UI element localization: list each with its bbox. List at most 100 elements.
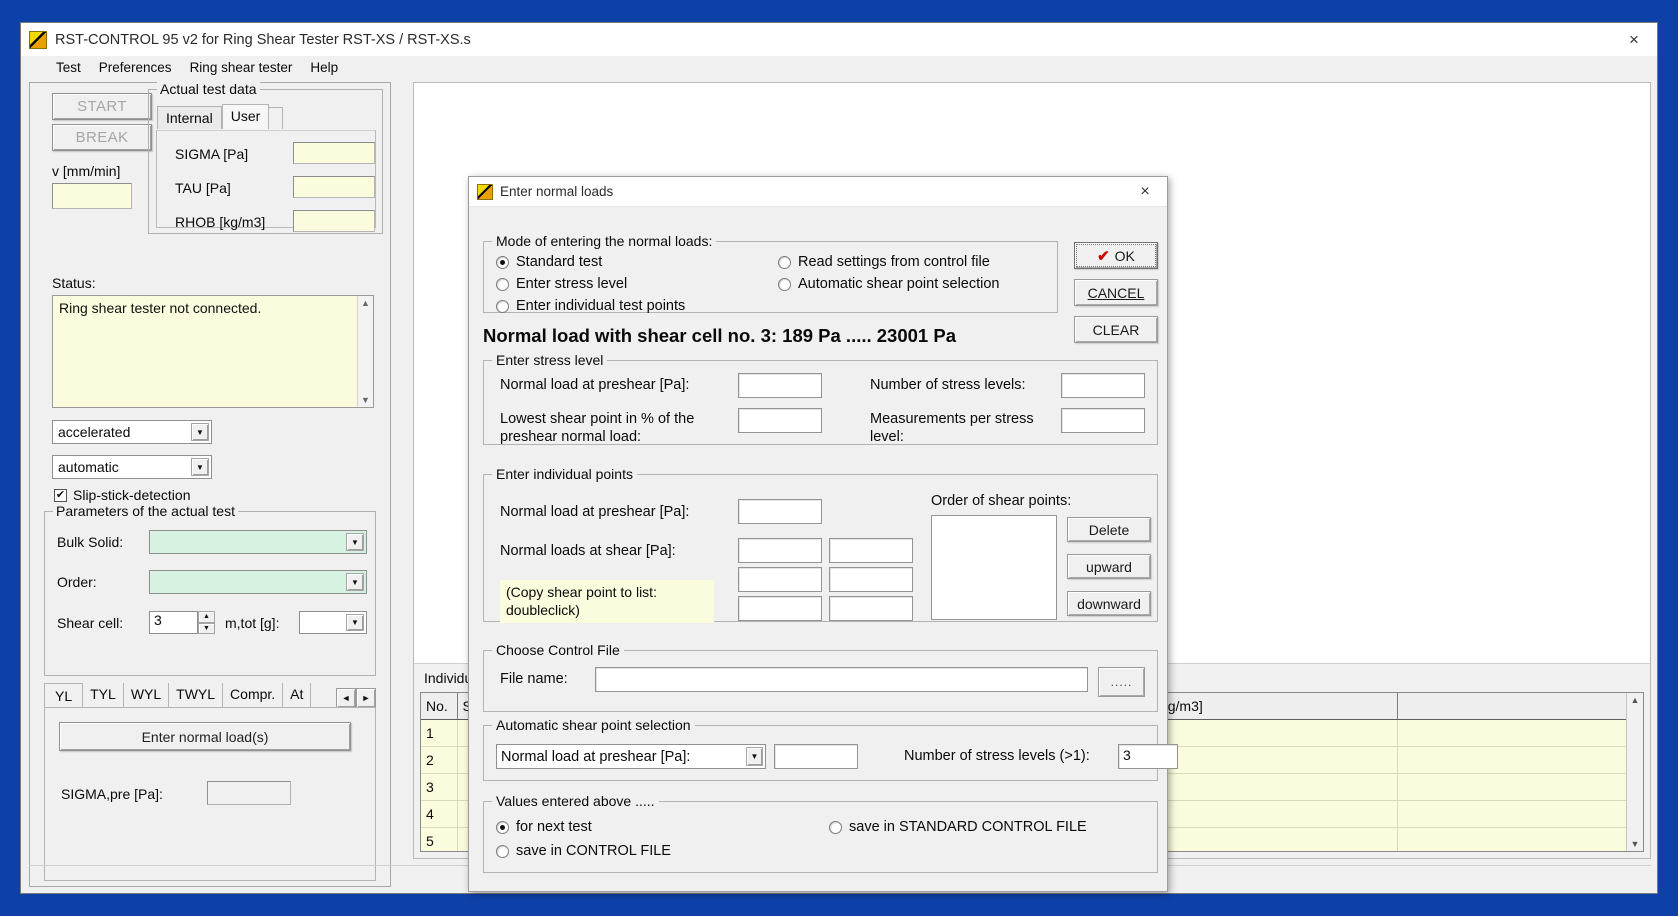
velocity-field[interactable] [52,183,132,209]
file-name-input[interactable] [595,667,1088,692]
rhob-value-field[interactable] [293,210,375,232]
delete-button[interactable]: Delete [1067,517,1151,542]
radio-label: for next test [516,819,592,835]
radio-standard-test[interactable]: Standard test [496,254,602,270]
sigma-pre-label: SIGMA,pre [Pa]: [61,786,163,802]
shear-load-input-5[interactable] [738,596,822,621]
stepper-buttons[interactable]: ▲ ▼ [198,611,215,634]
scroll-down-icon[interactable]: ▼ [1631,837,1640,851]
scroll-up-icon[interactable]: ▲ [361,296,370,310]
radio-for-next-test[interactable]: for next test [496,819,592,835]
radio-save-in-control-file[interactable]: save in CONTROL FILE [496,843,671,859]
chevron-down-icon[interactable]: ▼ [191,423,209,441]
tabstrip-nav[interactable]: ◄ ► [336,688,376,708]
radio-indicator [778,278,791,291]
mtot-combo[interactable]: ▼ [299,611,367,634]
chevron-right-icon[interactable]: ► [356,688,376,708]
bulk-solid-combo[interactable]: ▼ [149,530,367,554]
tab-twyl[interactable]: TWYL [169,683,224,708]
stepper-down-icon[interactable]: ▼ [198,622,215,634]
measurements-per-level-input[interactable] [1061,408,1145,433]
downward-button[interactable]: downward [1067,591,1151,616]
status-textbox[interactable]: Ring shear tester not connected. ▲ ▼ [52,295,374,408]
clear-button[interactable]: CLEAR [1074,316,1158,343]
order-of-shear-points-listbox[interactable] [931,515,1057,620]
auto-stress-levels-input[interactable]: 3 [1118,744,1178,769]
radio-automatic-shear-point-selection[interactable]: Automatic shear point selection [778,276,1000,292]
sigma-pre-field[interactable] [207,781,291,805]
tab-user[interactable]: User [221,104,270,129]
cell-no: 2 [421,746,458,774]
dialog-close-button[interactable]: × [1123,177,1167,207]
tab-tyl[interactable]: TYL [83,683,124,708]
radio-enter-stress-level[interactable]: Enter stress level [496,276,627,292]
cell-extra[interactable] [1397,719,1643,747]
grid-scrollbar[interactable]: ▲ ▼ [1626,693,1643,851]
browse-file-button[interactable]: ..... [1098,667,1145,697]
cell-extra[interactable] [1397,827,1643,851]
stepper-up-icon[interactable]: ▲ [198,611,215,623]
auto-selection-combo[interactable]: Normal load at preshear [Pa]: ▼ [496,744,766,769]
tau-label: TAU [Pa] [175,180,231,196]
ok-button[interactable]: ✔ OK [1074,242,1158,269]
tau-value-field[interactable] [293,176,375,198]
menubar: Test Preferences Ring shear tester Help [21,56,1657,80]
shear-cell-value[interactable]: 3 [149,611,198,634]
chevron-left-icon[interactable]: ◄ [336,688,356,708]
radio-read-settings-from-control-file[interactable]: Read settings from control file [778,254,990,270]
menu-item-ring-shear-tester[interactable]: Ring shear tester [181,58,302,77]
start-button[interactable]: START [52,93,152,120]
automation-mode-value: automatic [58,459,119,475]
normal-loads-at-shear-label: Normal loads at shear [Pa]: [500,543,676,559]
ip-normal-load-preshear-input[interactable] [738,499,822,524]
shear-load-input-1[interactable] [738,538,822,563]
cell-extra[interactable] [1397,746,1643,774]
automation-mode-combo[interactable]: automatic ▼ [52,455,212,479]
cell-extra[interactable] [1397,800,1643,828]
lowest-shear-point-input[interactable] [738,408,822,433]
menu-item-preferences[interactable]: Preferences [90,58,181,77]
break-button[interactable]: BREAK [52,124,152,151]
dialog-title: Enter normal loads [500,184,614,199]
speed-mode-combo[interactable]: accelerated ▼ [52,420,212,444]
auto-selection-value-input[interactable] [774,744,858,769]
enter-normal-loads-button[interactable]: Enter normal load(s) [59,722,351,751]
values-entered-group: Values entered above ..... for next test… [483,793,1158,873]
scroll-down-icon[interactable]: ▼ [361,393,370,407]
mtot-label: m,tot [g]: [225,615,280,631]
shear-load-input-6[interactable] [829,596,913,621]
shear-load-input-2[interactable] [829,538,913,563]
tab-compr[interactable]: Compr. [223,683,284,708]
chevron-down-icon[interactable]: ▼ [746,747,763,766]
number-stress-levels-input[interactable] [1061,373,1145,398]
normal-load-preshear-input[interactable] [738,373,822,398]
tab-yl[interactable]: YL [44,683,84,708]
window-close-button[interactable]: × [1611,23,1657,56]
radio-save-in-standard-control-file[interactable]: save in STANDARD CONTROL FILE [829,819,1087,835]
scroll-up-icon[interactable]: ▲ [1631,693,1640,707]
slip-stick-detection-checkbox[interactable]: ✔ Slip-stick-detection [54,487,191,503]
menu-item-help[interactable]: Help [301,58,347,77]
order-combo[interactable]: ▼ [149,570,367,594]
tab-internal[interactable]: Internal [157,106,222,129]
radio-label: Enter stress level [516,276,628,292]
chevron-down-icon[interactable]: ▼ [191,458,209,476]
cell-extra[interactable] [1397,773,1643,801]
shear-load-input-4[interactable] [829,567,913,592]
enter-stress-level-group: Enter stress level Normal load at preshe… [483,352,1158,445]
cancel-button[interactable]: CANCEL [1074,279,1158,306]
menu-item-test[interactable]: Test [47,58,90,77]
chevron-down-icon[interactable]: ▼ [346,614,364,631]
chevron-down-icon[interactable]: ▼ [346,573,364,591]
tab-at[interactable]: At [283,683,312,708]
sigma-value-field[interactable] [293,142,375,164]
ip-normal-load-preshear-label: Normal load at preshear [Pa]: [500,504,690,520]
tab-wyl[interactable]: WYL [123,683,170,708]
chevron-down-icon[interactable]: ▼ [346,533,364,551]
radio-enter-individual-test-points[interactable]: Enter individual test points [496,298,685,314]
shear-cell-stepper[interactable]: 3 ▲ ▼ [149,611,215,634]
status-scrollbar[interactable]: ▲ ▼ [357,296,373,407]
cell-no: 1 [421,719,458,747]
shear-load-input-3[interactable] [738,567,822,592]
upward-button[interactable]: upward [1067,554,1151,579]
